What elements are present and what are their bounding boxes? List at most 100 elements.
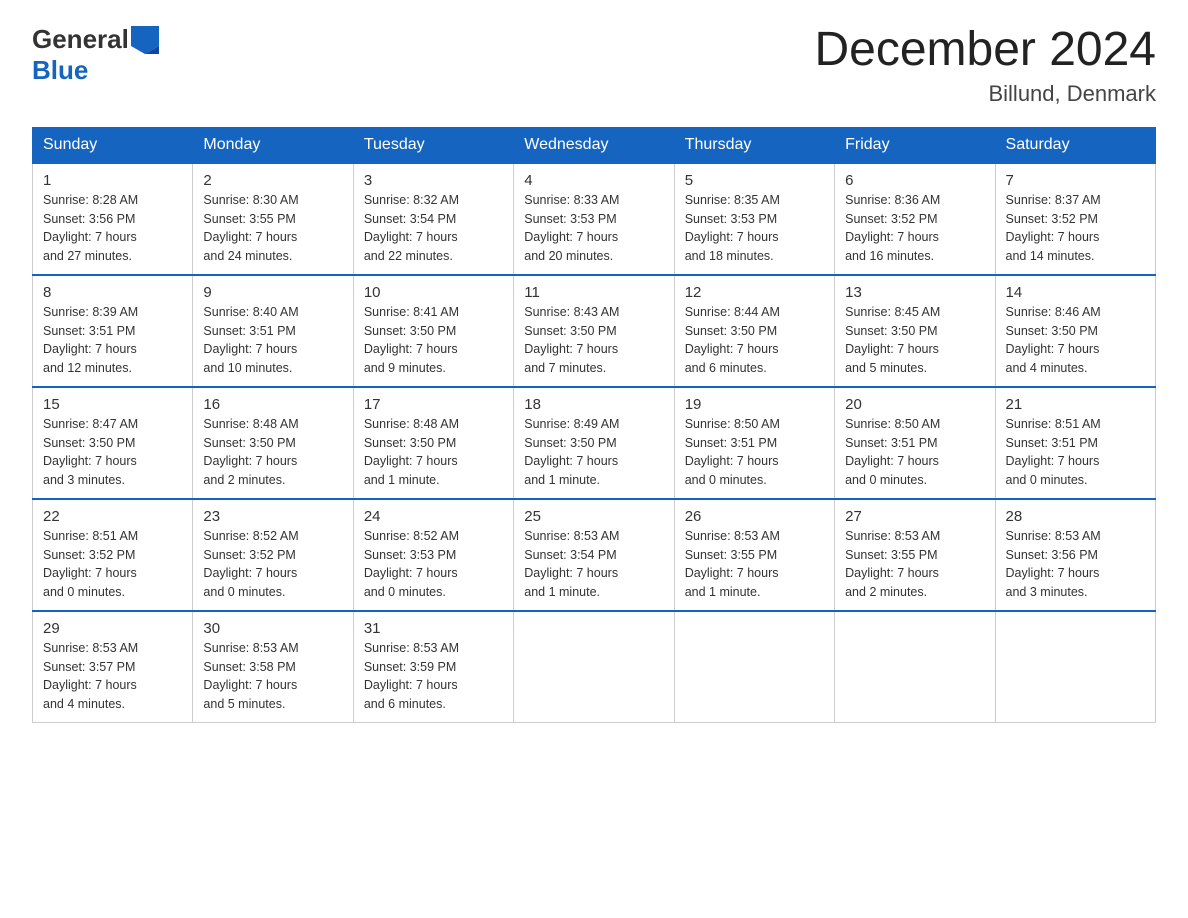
day-info: Sunrise: 8:46 AMSunset: 3:50 PMDaylight:… xyxy=(1006,303,1145,378)
day-number: 15 xyxy=(43,396,182,413)
calendar-cell: 14 Sunrise: 8:46 AMSunset: 3:50 PMDayligh… xyxy=(995,275,1155,387)
day-number: 31 xyxy=(364,620,503,637)
day-number: 22 xyxy=(43,508,182,525)
day-number: 29 xyxy=(43,620,182,637)
day-number: 19 xyxy=(685,396,824,413)
day-info: Sunrise: 8:41 AMSunset: 3:50 PMDaylight:… xyxy=(364,303,503,378)
col-wednesday: Wednesday xyxy=(514,127,674,163)
day-number: 20 xyxy=(845,396,984,413)
day-number: 2 xyxy=(203,172,342,189)
col-friday: Friday xyxy=(835,127,995,163)
calendar-cell: 29 Sunrise: 8:53 AMSunset: 3:57 PMDayligh… xyxy=(33,611,193,723)
day-info: Sunrise: 8:37 AMSunset: 3:52 PMDaylight:… xyxy=(1006,191,1145,266)
logo-general-text: General xyxy=(32,24,129,55)
calendar-cell: 9 Sunrise: 8:40 AMSunset: 3:51 PMDaylight… xyxy=(193,275,353,387)
day-number: 11 xyxy=(524,284,663,301)
calendar-cell: 8Sunrise: 8:39 AMSunset: 3:51 PMDaylight… xyxy=(33,275,193,387)
day-info: Sunrise: 8:33 AMSunset: 3:53 PMDaylight:… xyxy=(524,191,663,266)
day-info: Sunrise: 8:53 AMSunset: 3:54 PMDaylight:… xyxy=(524,527,663,602)
day-number: 14 xyxy=(1006,284,1145,301)
day-info: Sunrise: 8:35 AMSunset: 3:53 PMDaylight:… xyxy=(685,191,824,266)
logo: General Blue xyxy=(32,24,159,86)
day-info: Sunrise: 8:30 AMSunset: 3:55 PMDaylight:… xyxy=(203,191,342,266)
calendar-cell: 22 Sunrise: 8:51 AMSunset: 3:52 PMDayligh… xyxy=(33,499,193,611)
calendar-week-row: 29 Sunrise: 8:53 AMSunset: 3:57 PMDayligh… xyxy=(33,611,1156,723)
day-info: Sunrise: 8:53 AMSunset: 3:59 PMDaylight:… xyxy=(364,639,503,714)
day-info: Sunrise: 8:51 AMSunset: 3:52 PMDaylight:… xyxy=(43,527,182,602)
day-info: Sunrise: 8:53 AMSunset: 3:57 PMDaylight:… xyxy=(43,639,182,714)
calendar-cell: 2 Sunrise: 8:30 AMSunset: 3:55 PMDaylight… xyxy=(193,163,353,275)
calendar-cell xyxy=(995,611,1155,723)
day-info: Sunrise: 8:50 AMSunset: 3:51 PMDaylight:… xyxy=(845,415,984,490)
day-info: Sunrise: 8:32 AMSunset: 3:54 PMDaylight:… xyxy=(364,191,503,266)
day-number: 21 xyxy=(1006,396,1145,413)
calendar-week-row: 22 Sunrise: 8:51 AMSunset: 3:52 PMDayligh… xyxy=(33,499,1156,611)
calendar-cell: 21 Sunrise: 8:51 AMSunset: 3:51 PMDayligh… xyxy=(995,387,1155,499)
day-info: Sunrise: 8:52 AMSunset: 3:52 PMDaylight:… xyxy=(203,527,342,602)
calendar-cell: 4Sunrise: 8:33 AMSunset: 3:53 PMDaylight… xyxy=(514,163,674,275)
calendar-week-row: 8Sunrise: 8:39 AMSunset: 3:51 PMDaylight… xyxy=(33,275,1156,387)
day-info: Sunrise: 8:44 AMSunset: 3:50 PMDaylight:… xyxy=(685,303,824,378)
calendar-subtitle: Billund, Denmark xyxy=(814,81,1156,107)
calendar-week-row: 15 Sunrise: 8:47 AMSunset: 3:50 PMDayligh… xyxy=(33,387,1156,499)
day-info: Sunrise: 8:53 AMSunset: 3:55 PMDaylight:… xyxy=(685,527,824,602)
day-info: Sunrise: 8:53 AMSunset: 3:56 PMDaylight:… xyxy=(1006,527,1145,602)
day-number: 25 xyxy=(524,508,663,525)
calendar-cell: 30Sunrise: 8:53 AMSunset: 3:58 PMDayligh… xyxy=(193,611,353,723)
calendar-cell xyxy=(674,611,834,723)
day-number: 16 xyxy=(203,396,342,413)
day-info: Sunrise: 8:51 AMSunset: 3:51 PMDaylight:… xyxy=(1006,415,1145,490)
calendar-cell: 11Sunrise: 8:43 AMSunset: 3:50 PMDayligh… xyxy=(514,275,674,387)
day-info: Sunrise: 8:45 AMSunset: 3:50 PMDaylight:… xyxy=(845,303,984,378)
calendar-week-row: 1 Sunrise: 8:28 AMSunset: 3:56 PMDaylight… xyxy=(33,163,1156,275)
calendar-cell xyxy=(835,611,995,723)
day-number: 8 xyxy=(43,284,182,301)
calendar-cell: 26Sunrise: 8:53 AMSunset: 3:55 PMDayligh… xyxy=(674,499,834,611)
calendar-cell: 28 Sunrise: 8:53 AMSunset: 3:56 PMDayligh… xyxy=(995,499,1155,611)
logo-icon xyxy=(131,26,159,54)
day-number: 3 xyxy=(364,172,503,189)
calendar-cell: 27 Sunrise: 8:53 AMSunset: 3:55 PMDayligh… xyxy=(835,499,995,611)
calendar-cell: 24 Sunrise: 8:52 AMSunset: 3:53 PMDayligh… xyxy=(353,499,513,611)
calendar-cell: 19Sunrise: 8:50 AMSunset: 3:51 PMDayligh… xyxy=(674,387,834,499)
calendar-title: December 2024 xyxy=(814,24,1156,77)
col-tuesday: Tuesday xyxy=(353,127,513,163)
col-monday: Monday xyxy=(193,127,353,163)
day-info: Sunrise: 8:53 AMSunset: 3:58 PMDaylight:… xyxy=(203,639,342,714)
calendar-cell: 25 Sunrise: 8:53 AMSunset: 3:54 PMDayligh… xyxy=(514,499,674,611)
calendar-table: Sunday Monday Tuesday Wednesday Thursday… xyxy=(32,127,1156,723)
day-number: 10 xyxy=(364,284,503,301)
page-header: General Blue December 2024 Billund, Denm… xyxy=(32,24,1156,107)
day-number: 1 xyxy=(43,172,182,189)
calendar-cell: 31 Sunrise: 8:53 AMSunset: 3:59 PMDayligh… xyxy=(353,611,513,723)
day-info: Sunrise: 8:47 AMSunset: 3:50 PMDaylight:… xyxy=(43,415,182,490)
day-info: Sunrise: 8:36 AMSunset: 3:52 PMDaylight:… xyxy=(845,191,984,266)
day-number: 5 xyxy=(685,172,824,189)
day-info: Sunrise: 8:28 AMSunset: 3:56 PMDaylight:… xyxy=(43,191,182,266)
day-number: 23 xyxy=(203,508,342,525)
day-number: 12 xyxy=(685,284,824,301)
calendar-cell: 15 Sunrise: 8:47 AMSunset: 3:50 PMDayligh… xyxy=(33,387,193,499)
day-info: Sunrise: 8:48 AMSunset: 3:50 PMDaylight:… xyxy=(364,415,503,490)
calendar-cell: 3 Sunrise: 8:32 AMSunset: 3:54 PMDaylight… xyxy=(353,163,513,275)
calendar-cell: 23 Sunrise: 8:52 AMSunset: 3:52 PMDayligh… xyxy=(193,499,353,611)
day-number: 27 xyxy=(845,508,984,525)
day-number: 9 xyxy=(203,284,342,301)
day-number: 7 xyxy=(1006,172,1145,189)
calendar-header: Sunday Monday Tuesday Wednesday Thursday… xyxy=(33,127,1156,163)
calendar-cell: 18Sunrise: 8:49 AMSunset: 3:50 PMDayligh… xyxy=(514,387,674,499)
day-info: Sunrise: 8:48 AMSunset: 3:50 PMDaylight:… xyxy=(203,415,342,490)
calendar-cell: 1 Sunrise: 8:28 AMSunset: 3:56 PMDaylight… xyxy=(33,163,193,275)
calendar-cell xyxy=(514,611,674,723)
day-info: Sunrise: 8:40 AMSunset: 3:51 PMDaylight:… xyxy=(203,303,342,378)
day-number: 24 xyxy=(364,508,503,525)
day-info: Sunrise: 8:52 AMSunset: 3:53 PMDaylight:… xyxy=(364,527,503,602)
calendar-cell: 13Sunrise: 8:45 AMSunset: 3:50 PMDayligh… xyxy=(835,275,995,387)
calendar-cell: 16 Sunrise: 8:48 AMSunset: 3:50 PMDayligh… xyxy=(193,387,353,499)
logo-blue-text: Blue xyxy=(32,55,88,85)
calendar-cell: 6Sunrise: 8:36 AMSunset: 3:52 PMDaylight… xyxy=(835,163,995,275)
day-number: 28 xyxy=(1006,508,1145,525)
calendar-cell: 12 Sunrise: 8:44 AMSunset: 3:50 PMDayligh… xyxy=(674,275,834,387)
day-info: Sunrise: 8:53 AMSunset: 3:55 PMDaylight:… xyxy=(845,527,984,602)
day-info: Sunrise: 8:49 AMSunset: 3:50 PMDaylight:… xyxy=(524,415,663,490)
